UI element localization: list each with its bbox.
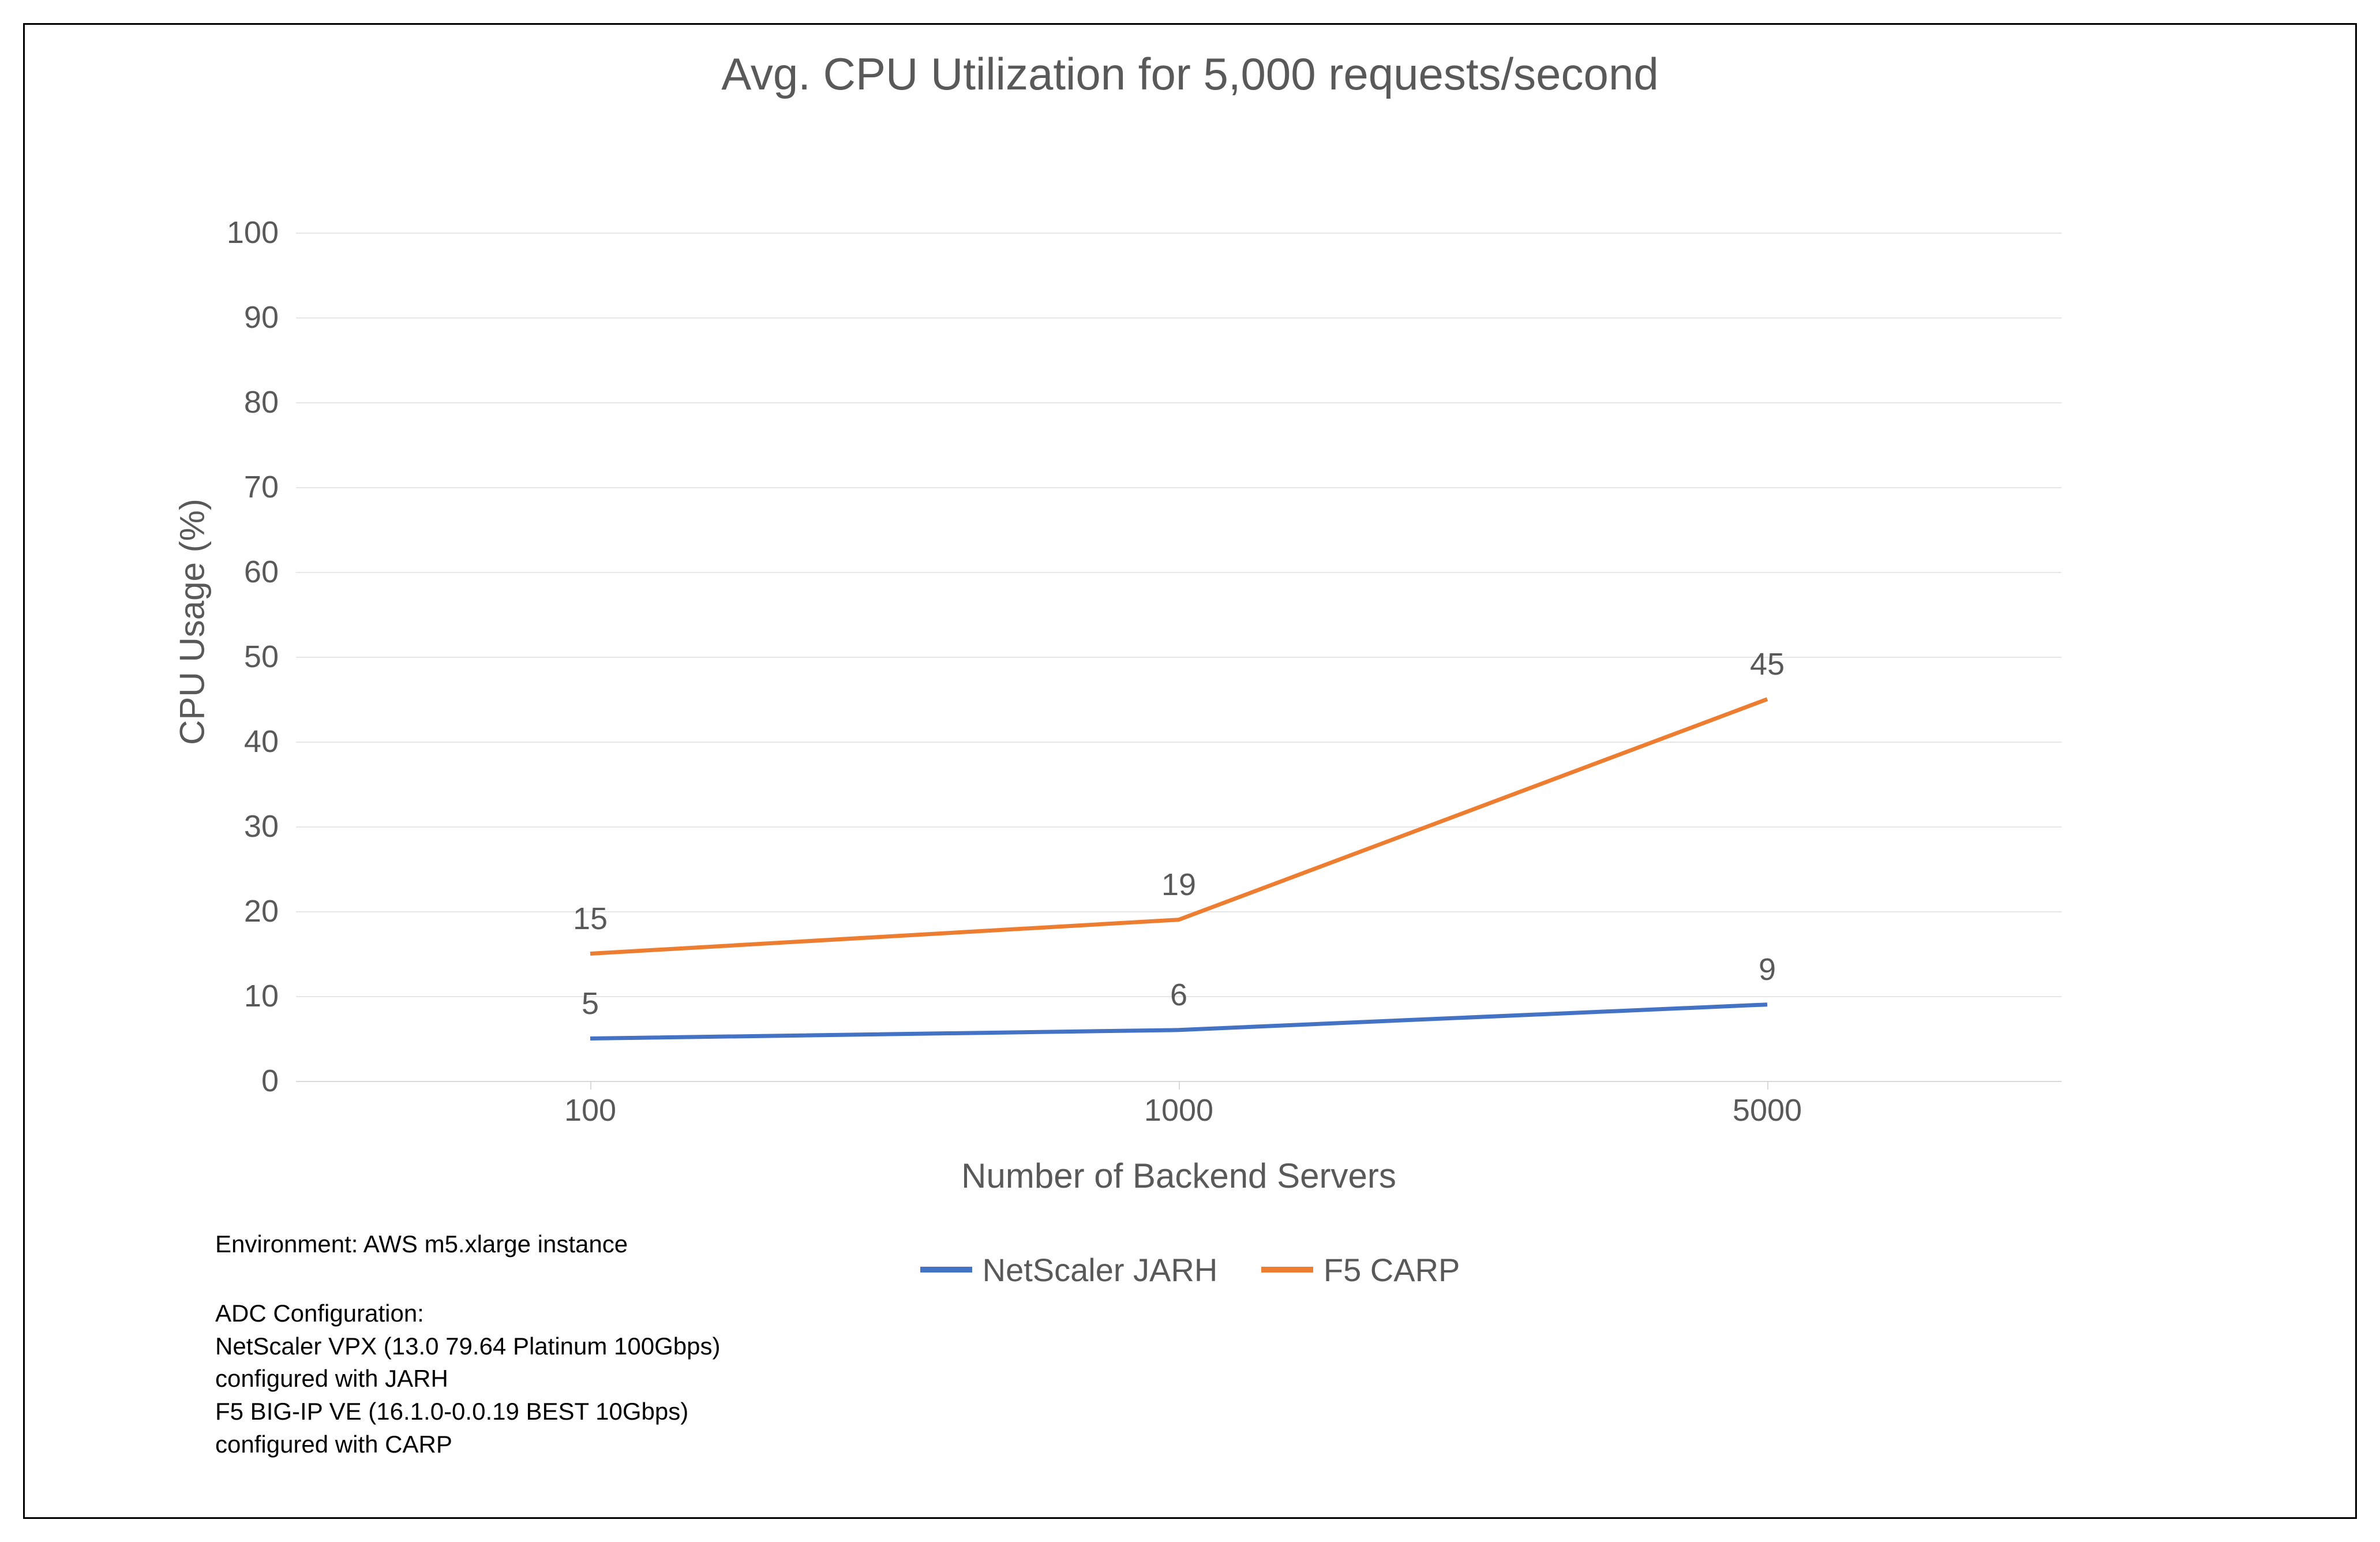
y-tick-label: 80 xyxy=(209,384,279,420)
y-tick-label: 70 xyxy=(209,469,279,505)
data-label: 5 xyxy=(582,986,599,1021)
plot-area: 0 10 20 30 40 50 60 70 80 90 100 100 100… xyxy=(296,233,2062,1081)
x-tick-label: 100 xyxy=(533,1092,648,1128)
x-tick-mark xyxy=(1767,1081,1768,1090)
footnote-line: F5 BIG-IP VE (16.1.0-0.0.19 BEST 10Gbps) xyxy=(215,1395,720,1428)
legend-label: NetScaler JARH xyxy=(983,1251,1218,1289)
y-tick-label: 10 xyxy=(209,978,279,1014)
data-label: 19 xyxy=(1161,867,1196,903)
data-label: 15 xyxy=(573,901,608,937)
legend-label: F5 CARP xyxy=(1324,1251,1460,1289)
chart-frame: Avg. CPU Utilization for 5,000 requests/… xyxy=(23,23,2357,1519)
chart-title: Avg. CPU Utilization for 5,000 requests/… xyxy=(25,48,2355,100)
data-label: 6 xyxy=(1170,977,1187,1013)
line-series-svg xyxy=(296,233,2062,1081)
y-tick-label: 20 xyxy=(209,893,279,929)
legend-swatch-icon xyxy=(1261,1267,1313,1272)
x-tick-label: 5000 xyxy=(1710,1092,1825,1128)
data-label: 45 xyxy=(1750,646,1785,682)
footnote-line: configured with JARH xyxy=(215,1363,720,1395)
data-label: 9 xyxy=(1759,952,1776,987)
legend-item-f5: F5 CARP xyxy=(1261,1251,1460,1289)
footnote-line: ADC Configuration: xyxy=(215,1297,720,1330)
y-tick-label: 30 xyxy=(209,809,279,844)
footnote-environment: Environment: AWS m5.xlarge instance xyxy=(215,1228,628,1261)
legend-item-netscaler: NetScaler JARH xyxy=(920,1251,1218,1289)
y-tick-label: 40 xyxy=(209,724,279,759)
x-tick-label: 1000 xyxy=(1121,1092,1236,1128)
x-axis-title: Number of Backend Servers xyxy=(296,1156,2062,1196)
y-tick-label: 100 xyxy=(209,215,279,250)
x-tick-mark xyxy=(1179,1081,1180,1090)
y-tick-label: 90 xyxy=(209,300,279,335)
y-tick-label: 50 xyxy=(209,639,279,675)
y-tick-label: 0 xyxy=(209,1063,279,1099)
x-tick-mark xyxy=(590,1081,591,1090)
legend-swatch-icon xyxy=(920,1267,972,1272)
y-tick-label: 60 xyxy=(209,554,279,590)
series-f5-carp xyxy=(590,699,1767,954)
footnote-config: ADC Configuration: NetScaler VPX (13.0 7… xyxy=(215,1297,720,1461)
footnote-line: NetScaler VPX (13.0 79.64 Platinum 100Gb… xyxy=(215,1330,720,1363)
y-axis-title: CPU Usage (%) xyxy=(173,478,212,766)
footnote-line: configured with CARP xyxy=(215,1428,720,1461)
